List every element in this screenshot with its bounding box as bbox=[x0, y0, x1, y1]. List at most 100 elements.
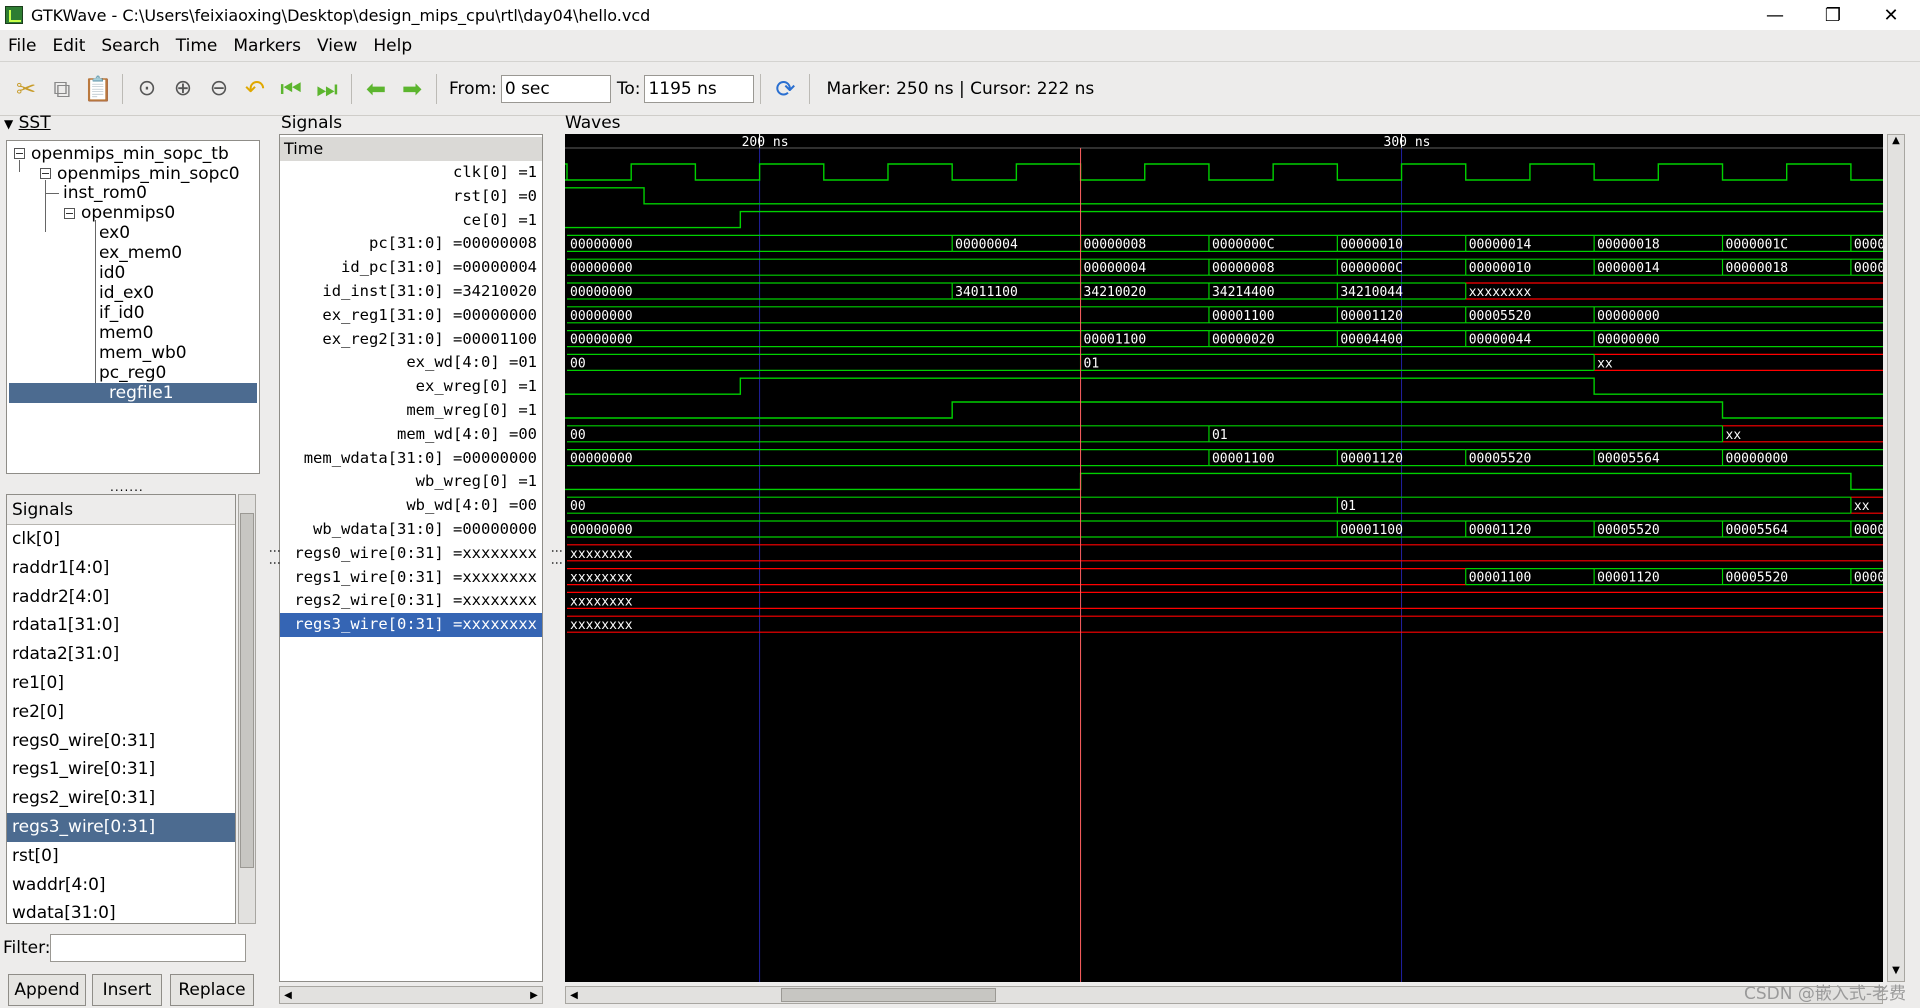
scroll-up-icon[interactable]: ▲ bbox=[1888, 135, 1904, 151]
signal-row[interactable]: mem_wdata[31:0] =00000000 bbox=[280, 447, 542, 471]
signal-row[interactable]: wb_wreg[0] =1 bbox=[280, 470, 542, 494]
signals-panel-hscrollbar[interactable]: ◀ ▶ bbox=[279, 986, 543, 1004]
scrollbar-thumb[interactable] bbox=[240, 513, 254, 868]
menu-search[interactable]: Search bbox=[93, 36, 167, 56]
waves-vscrollbar[interactable]: ▲ ▼ bbox=[1887, 134, 1905, 982]
zoom-out-icon[interactable]: ⊖ bbox=[202, 72, 236, 106]
zoom-to-end-icon[interactable]: ⏭ bbox=[310, 72, 344, 106]
signal-row[interactable]: id_inst[31:0] =34210020 bbox=[280, 280, 542, 304]
scroll-left-icon[interactable]: ◀ bbox=[280, 987, 296, 1003]
tree-node-selected[interactable]: regfile1 bbox=[9, 383, 257, 403]
append-button[interactable]: Append bbox=[8, 974, 86, 1006]
menu-help[interactable]: Help bbox=[365, 36, 420, 56]
pane-resize-grip[interactable]: ⋮⋮ bbox=[268, 545, 282, 569]
zoom-fit-icon[interactable]: ⊙ bbox=[130, 72, 164, 106]
tree-node[interactable]: id0 bbox=[99, 263, 125, 283]
list-item[interactable]: raddr2[4:0] bbox=[7, 583, 235, 612]
signal-row[interactable]: ex_wd[4:0] =01 bbox=[280, 351, 542, 375]
signal-row[interactable]: id_pc[31:0] =00000004 bbox=[280, 256, 542, 280]
list-item[interactable]: wdata[31:0] bbox=[7, 899, 235, 928]
cut-icon[interactable]: ✂ bbox=[9, 72, 43, 106]
menu-time[interactable]: Time bbox=[168, 36, 226, 56]
list-item[interactable]: raddr1[4:0] bbox=[7, 554, 235, 583]
waves-hscrollbar[interactable]: ◀ bbox=[565, 986, 1883, 1004]
paste-icon[interactable]: 📋 bbox=[81, 72, 115, 106]
find-next-edge-icon[interactable]: ➡ bbox=[395, 72, 429, 106]
time-header: Time bbox=[280, 137, 542, 161]
scroll-left-icon[interactable]: ◀ bbox=[566, 987, 582, 1003]
to-time-input[interactable] bbox=[644, 74, 755, 103]
signals-list-scrollbar[interactable] bbox=[238, 494, 256, 924]
list-item[interactable]: rdata1[31:0] bbox=[7, 611, 235, 640]
signal-row[interactable]: mem_wd[4:0] =00 bbox=[280, 423, 542, 447]
close-button[interactable]: ✕ bbox=[1862, 0, 1920, 30]
list-item-selected[interactable]: regs3_wire[0:31] bbox=[7, 812, 235, 842]
reload-icon[interactable]: ⟳ bbox=[768, 72, 802, 106]
restore-button[interactable]: ❐ bbox=[1804, 0, 1862, 30]
tree-node[interactable]: openmips_min_sopc_tb bbox=[31, 144, 229, 164]
bus-value: 00001100 bbox=[1212, 309, 1275, 324]
list-item[interactable]: regs2_wire[0:31] bbox=[7, 784, 235, 813]
list-item[interactable]: regs1_wire[0:31] bbox=[7, 755, 235, 784]
signal-row[interactable]: wb_wdata[31:0] =00000000 bbox=[280, 518, 542, 542]
tree-node[interactable]: mem0 bbox=[99, 323, 153, 343]
tree-node[interactable]: ex0 bbox=[99, 223, 130, 243]
sst-header[interactable]: ▼ SST bbox=[4, 113, 51, 133]
signal-row[interactable]: ex_reg1[31:0] =00000000 bbox=[280, 304, 542, 328]
zoom-to-start-icon[interactable]: ⏮ bbox=[274, 72, 308, 106]
signal-row[interactable]: ex_wreg[0] =1 bbox=[280, 375, 542, 399]
menu-view[interactable]: View bbox=[309, 36, 365, 56]
signal-row[interactable]: rst[0] =0 bbox=[280, 185, 542, 209]
tree-expander-icon[interactable] bbox=[14, 148, 25, 159]
signals-list-header[interactable]: Signals bbox=[7, 495, 235, 525]
scrollbar-thumb[interactable] bbox=[781, 988, 996, 1002]
list-item[interactable]: rst[0] bbox=[7, 842, 235, 871]
signal-row[interactable]: clk[0] =1 bbox=[280, 161, 542, 185]
tree-node[interactable]: pc_reg0 bbox=[99, 363, 166, 383]
signal-row[interactable]: pc[31:0] =00000008 bbox=[280, 232, 542, 256]
signal-row[interactable]: regs0_wire[0:31] =xxxxxxxx bbox=[280, 542, 542, 566]
signal-row[interactable]: ex_reg2[31:0] =00001100 bbox=[280, 328, 542, 352]
minimize-button[interactable]: — bbox=[1746, 0, 1804, 30]
pane-resize-grip[interactable]: ....... bbox=[110, 480, 144, 494]
zoom-in-icon[interactable]: ⊕ bbox=[166, 72, 200, 106]
waveform-view[interactable]: 200 ns 300 ns 00000000 00000004 00000008 0000… bbox=[502, 134, 1917, 982]
list-item[interactable]: regs0_wire[0:31] bbox=[7, 727, 235, 756]
tree-node[interactable]: mem_wb0 bbox=[99, 343, 187, 363]
scroll-right-icon[interactable]: ▶ bbox=[526, 987, 542, 1003]
signal-row[interactable]: regs2_wire[0:31] =xxxxxxxx bbox=[280, 589, 542, 613]
undo-zoom-icon[interactable]: ↶ bbox=[238, 72, 272, 106]
tree-node[interactable]: ex_mem0 bbox=[99, 243, 182, 263]
signal-row[interactable]: ce[0] =1 bbox=[280, 209, 542, 233]
pane-resize-grip[interactable]: ⋮⋮ bbox=[550, 545, 564, 569]
signal-row-selected[interactable]: regs3_wire[0:31] =xxxxxxxx bbox=[280, 613, 542, 637]
bus-value: 0000000C bbox=[1340, 261, 1403, 276]
replace-button[interactable]: Replace bbox=[170, 974, 254, 1006]
bit-waveform bbox=[565, 401, 1883, 419]
from-time-input[interactable] bbox=[500, 74, 611, 103]
signal-row[interactable]: wb_wd[4:0] =00 bbox=[280, 494, 542, 518]
list-item[interactable]: re1[0] bbox=[7, 669, 235, 698]
insert-button[interactable]: Insert bbox=[92, 974, 162, 1006]
tree-node[interactable]: inst_rom0 bbox=[63, 183, 147, 203]
bus-value: 00000010 bbox=[1340, 237, 1403, 252]
menu-edit[interactable]: Edit bbox=[44, 36, 93, 56]
waveform-canvas[interactable]: 200 ns 300 ns00000000 00000004 00000008 0000… bbox=[502, 134, 1917, 982]
signal-row[interactable]: mem_wreg[0] =1 bbox=[280, 399, 542, 423]
list-item[interactable]: waddr[4:0] bbox=[7, 871, 235, 900]
tree-node[interactable]: id_ex0 bbox=[99, 283, 154, 303]
list-item[interactable]: re2[0] bbox=[7, 698, 235, 727]
tree-node[interactable]: if_id0 bbox=[99, 303, 145, 323]
signal-row[interactable]: regs1_wire[0:31] =xxxxxxxx bbox=[280, 566, 542, 590]
menu-file[interactable]: File bbox=[0, 36, 44, 56]
tree-expander-icon[interactable] bbox=[64, 208, 75, 219]
menu-markers[interactable]: Markers bbox=[225, 36, 309, 56]
tree-expander-icon[interactable] bbox=[40, 168, 51, 179]
filter-input[interactable] bbox=[50, 934, 246, 962]
copy-icon[interactable]: ⧉ bbox=[45, 72, 79, 106]
list-item[interactable]: clk[0] bbox=[7, 525, 235, 554]
tree-node[interactable]: openmips_min_sopc0 bbox=[57, 164, 240, 184]
bus-value: 00000000 bbox=[570, 523, 633, 538]
list-item[interactable]: rdata2[31:0] bbox=[7, 640, 235, 669]
find-previous-edge-icon[interactable]: ⬅ bbox=[359, 72, 393, 106]
